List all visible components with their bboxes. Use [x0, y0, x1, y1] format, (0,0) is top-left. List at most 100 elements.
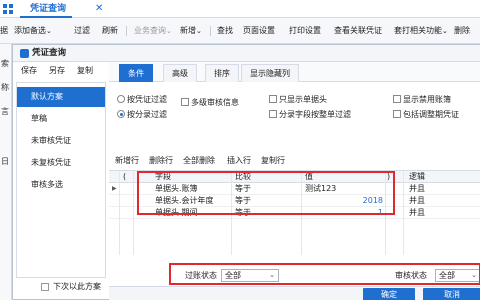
- checkbox-icon: [269, 110, 277, 118]
- grid-header: ( 字段 比较 值 ) 逻辑: [109, 171, 480, 183]
- radio-filter-by-entry[interactable]: 按分录过滤: [117, 109, 167, 121]
- row-compare[interactable]: 等于: [235, 195, 251, 207]
- row-logic[interactable]: 并且: [409, 183, 425, 195]
- toolbar-business-query[interactable]: 业务查询⌄: [134, 18, 172, 44]
- checkbox-icon: [393, 95, 401, 103]
- grid-header-field: 字段: [155, 172, 171, 181]
- table-row[interactable]: ▶ 单据头.账簿 等于 测试123 并且: [109, 183, 480, 195]
- grid-header-value: 值: [305, 172, 313, 181]
- close-icon[interactable]: ✕: [95, 0, 103, 18]
- dialog-footer: 确定 取消: [109, 286, 480, 300]
- cancel-button[interactable]: 取消: [423, 288, 480, 300]
- scheme-save-as-button[interactable]: 另存: [49, 62, 65, 80]
- row-field[interactable]: 单据头.期间: [155, 207, 198, 219]
- toolbar-view-related[interactable]: 查看关联凭证: [334, 18, 382, 44]
- dialog-logo-icon: [20, 49, 29, 58]
- toolbar-add-alternate[interactable]: 添加备选⌄: [14, 18, 52, 44]
- chevron-down-icon: ⌄: [46, 27, 52, 35]
- toolbar-page-setup[interactable]: 页面设置: [243, 18, 275, 44]
- checkbox-icon: [269, 95, 277, 103]
- row-value[interactable]: 测试123: [305, 183, 336, 195]
- row-compare[interactable]: 等于: [235, 207, 251, 219]
- chevron-down-icon: ⌄: [196, 27, 202, 35]
- chevron-down-icon: ⌄: [442, 27, 448, 35]
- add-row-button[interactable]: 新增行: [115, 154, 139, 168]
- toolbar-filter[interactable]: 过滤: [74, 18, 90, 44]
- scheme-item-unaudited[interactable]: 未审核凭证: [17, 131, 105, 151]
- tab-advanced[interactable]: 高级: [163, 64, 197, 82]
- row-field[interactable]: 单据头.会计年度: [155, 195, 214, 207]
- toolbar-print-setup[interactable]: 打印设置: [289, 18, 321, 44]
- row-logic[interactable]: 并且: [409, 195, 425, 207]
- row-value[interactable]: 1: [305, 207, 383, 219]
- toolbar-new[interactable]: 新增⌄: [180, 18, 202, 44]
- toolbar-find[interactable]: 查找: [217, 18, 233, 44]
- condition-grid: ( 字段 比较 值 ) 逻辑 ▶ 单据头.账簿 等于 测试123 并且 单据头.…: [109, 170, 480, 255]
- tabs-row: 条件 高级 排序 显示隐藏列: [109, 62, 480, 82]
- grid-divider: [301, 171, 302, 255]
- checkbox-icon: [393, 110, 401, 118]
- chevron-down-icon: ⌄: [166, 27, 172, 35]
- dialog-title: 凭证查询: [32, 48, 67, 58]
- next-time-checkbox[interactable]: [41, 283, 49, 291]
- scheme-copy-button[interactable]: 复制: [77, 62, 93, 80]
- grid-divider: [119, 171, 120, 255]
- scheme-toolbar: 保存 另存 复制: [13, 62, 109, 80]
- radio-filter-by-voucher[interactable]: 按凭证过滤: [117, 94, 167, 106]
- grid-divider: [133, 171, 134, 255]
- tab-voucher-query[interactable]: 凭证查询: [20, 0, 73, 18]
- toolbar-delete[interactable]: 删除: [454, 18, 470, 44]
- scheme-item-audit-multi[interactable]: 审核多选: [17, 175, 105, 195]
- toolbar-left-fragment: 据: [0, 26, 8, 35]
- tab-conditions[interactable]: 条件: [119, 64, 153, 82]
- grid-header-lparen: (: [123, 172, 127, 181]
- checkbox-only-head[interactable]: 只显示单据头: [269, 94, 327, 106]
- ok-button[interactable]: 确定: [363, 288, 415, 300]
- filter-status-select[interactable]: 全部 ⌄: [221, 269, 279, 282]
- grid-header-rparen: ): [387, 172, 391, 181]
- row-logic[interactable]: 并且: [409, 207, 425, 219]
- chevron-down-icon: ⌄: [471, 271, 477, 279]
- scheme-list: 默认方案 草稿 未审核凭证 未复核凭证 审核多选: [16, 82, 106, 278]
- copy-row-button[interactable]: 复制行: [261, 154, 285, 168]
- scheme-save-button[interactable]: 保存: [21, 62, 37, 80]
- tab-show-hide-columns[interactable]: 显示隐藏列: [241, 64, 299, 82]
- row-field[interactable]: 单据头.账簿: [155, 183, 198, 195]
- table-row[interactable]: 单据头.期间 等于 1 并且: [109, 207, 480, 219]
- toolbar-print-template[interactable]: 套打相关功能⌄: [394, 18, 448, 44]
- tab-sort[interactable]: 排序: [205, 64, 239, 82]
- dialog-header: 凭证查询: [13, 45, 480, 62]
- filter-status-label: 过账状态: [185, 271, 217, 280]
- grid-divider: [231, 171, 232, 255]
- left-strip-text: 称: [1, 83, 9, 92]
- left-strip-text: 索: [1, 59, 9, 68]
- toolbar-separator: [210, 26, 211, 36]
- checkbox-entry-field-filter[interactable]: 分录字段按整单过滤: [269, 109, 351, 121]
- radio-selected-icon: [117, 110, 125, 118]
- scheme-item-unreviewed[interactable]: 未复核凭证: [17, 153, 105, 173]
- insert-row-button[interactable]: 插入行: [227, 154, 251, 168]
- radio-icon: [117, 95, 125, 103]
- grid-header-compare: 比较: [235, 172, 251, 181]
- row-value[interactable]: 2018: [305, 195, 383, 207]
- checkbox-multi-audit[interactable]: 多级审核信息: [181, 97, 239, 109]
- voucher-query-dialog: 凭证查询 保存 另存 复制 默认方案 草稿 未审核凭证 未复核凭证 审核多选 下…: [12, 44, 480, 300]
- checkbox-include-adjust[interactable]: 包括调整期凭证: [393, 109, 459, 121]
- left-strip-text: 言: [1, 107, 9, 116]
- grid-header-logic: 逻辑: [409, 172, 425, 181]
- table-row[interactable]: 单据头.会计年度 等于 2018 并且: [109, 195, 480, 207]
- row-compare[interactable]: 等于: [235, 183, 251, 195]
- checkbox-icon: [181, 98, 189, 106]
- scheme-item-default[interactable]: 默认方案: [17, 87, 105, 107]
- chevron-down-icon: ⌄: [269, 271, 275, 279]
- toolbar-refresh[interactable]: 刷新: [102, 18, 118, 44]
- left-strip-text: 日: [1, 157, 9, 166]
- audit-status-select[interactable]: 全部 ⌄: [435, 269, 480, 282]
- home-icon[interactable]: [2, 3, 14, 15]
- scheme-item-draft[interactable]: 草稿: [17, 109, 105, 129]
- delete-all-button[interactable]: 全部删除: [183, 154, 215, 168]
- query-panel: 条件 高级 排序 显示隐藏列 按凭证过滤 按分录过滤 多级审核信息 只显示单据头…: [109, 62, 480, 300]
- checkbox-show-disabled[interactable]: 显示禁用账簿: [393, 94, 451, 106]
- delete-row-button[interactable]: 删除行: [149, 154, 173, 168]
- grid-divider: [403, 171, 404, 255]
